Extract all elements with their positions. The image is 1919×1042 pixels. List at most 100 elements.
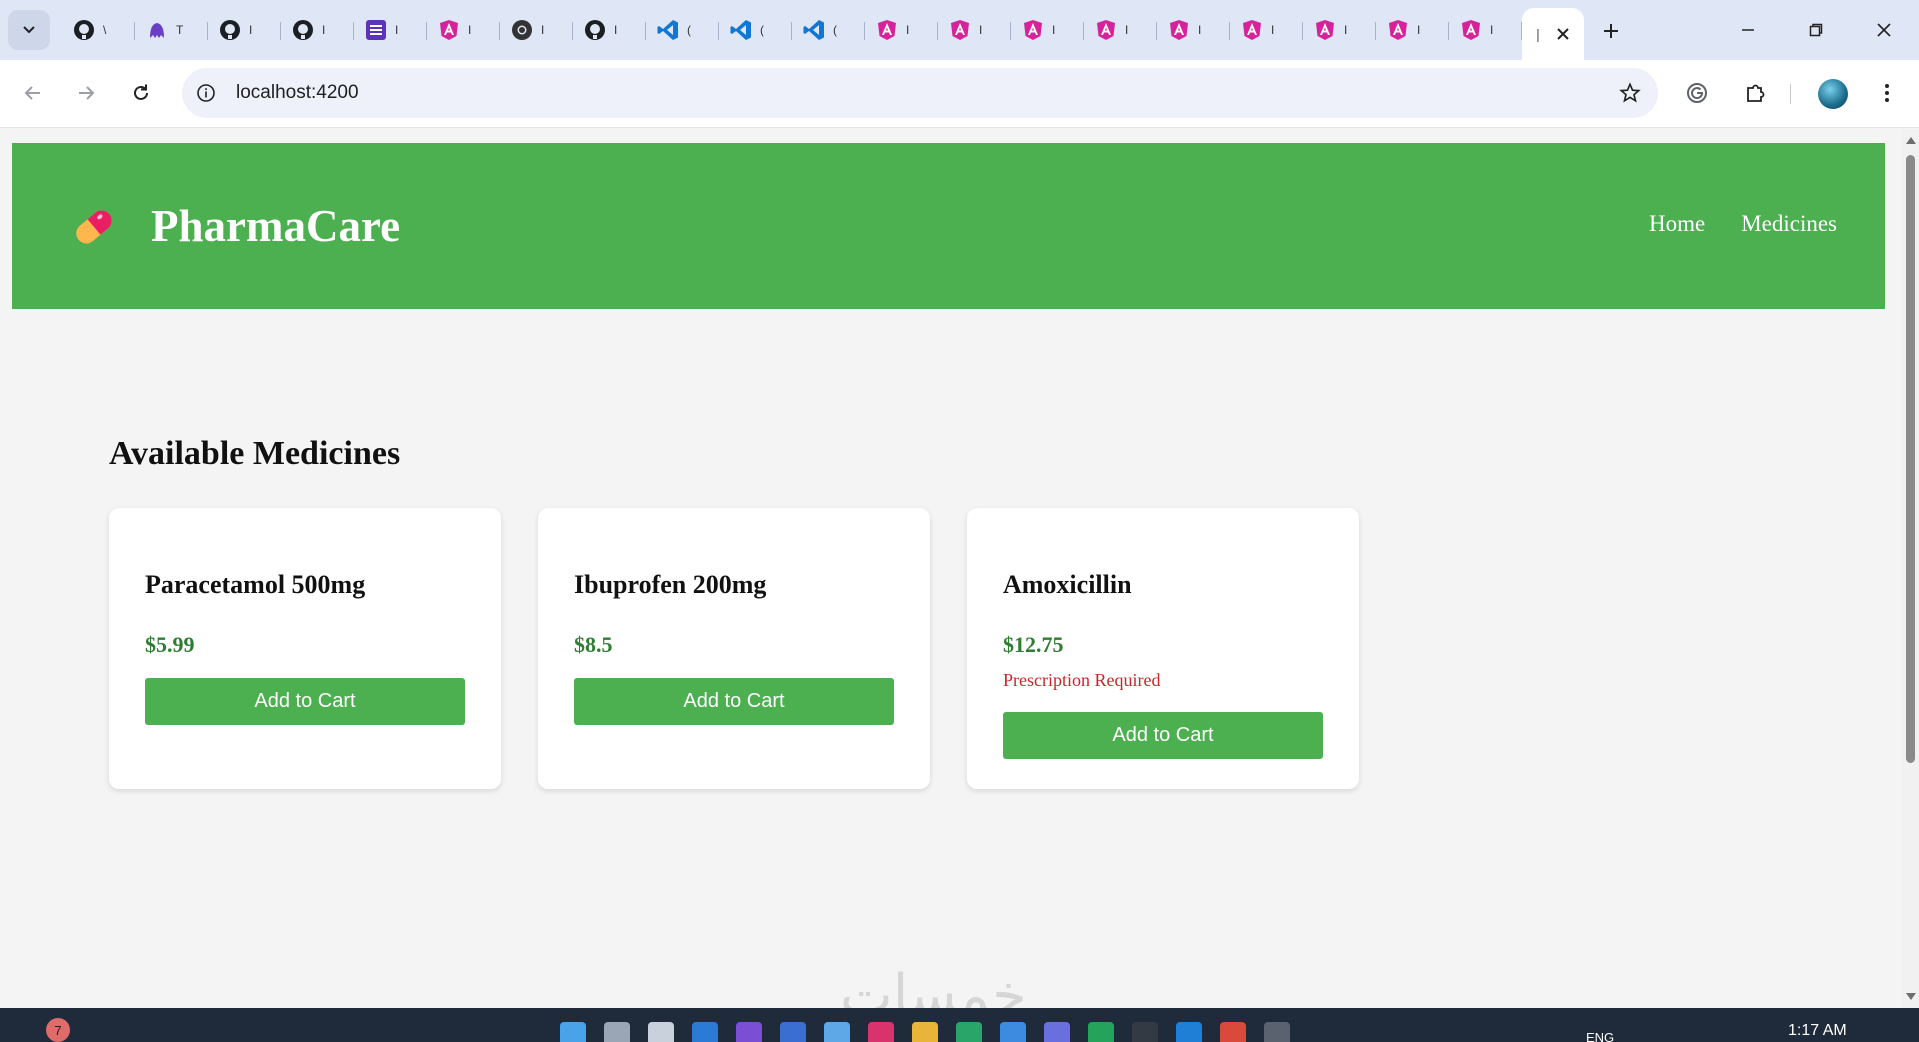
forward-button[interactable] [67, 74, 105, 112]
tab-angular[interactable]: I [1376, 10, 1449, 50]
angular-icon [1093, 17, 1119, 43]
tab-angular[interactable]: I [1011, 10, 1084, 50]
browser-menu-button[interactable] [1868, 74, 1906, 112]
chrome-icon[interactable] [1220, 1022, 1246, 1042]
tab-github[interactable]: I [573, 10, 646, 50]
windows-start-icon[interactable] [560, 1022, 586, 1042]
input-language[interactable]: ENG [1586, 1030, 1614, 1042]
edge-icon[interactable] [956, 1022, 982, 1042]
tab-github[interactable]: I [208, 10, 281, 50]
tab-vscode[interactable]: ( [646, 10, 719, 50]
profile-avatar[interactable] [1818, 79, 1848, 109]
new-tab-button[interactable] [1594, 14, 1628, 48]
discord-icon[interactable] [1044, 1022, 1070, 1042]
folder-icon[interactable] [912, 1022, 938, 1042]
chrome-icon [509, 17, 535, 43]
vscode-icon[interactable] [1176, 1022, 1202, 1042]
close-icon [1877, 23, 1891, 37]
tab-angular[interactable]: I [865, 10, 938, 50]
app-icon[interactable] [868, 1022, 894, 1042]
tab-angular[interactable]: I [1084, 10, 1157, 50]
add-to-cart-button[interactable]: Add to Cart [574, 678, 894, 725]
tab-angular[interactable]: I [938, 10, 1011, 50]
tab-angular[interactable]: I [1230, 10, 1303, 50]
octocat-copilot-icon [144, 17, 170, 43]
file-icon[interactable] [648, 1022, 674, 1042]
grammarly-icon [1687, 83, 1707, 103]
app-icon[interactable] [1132, 1022, 1158, 1042]
tab-angular[interactable]: I [1303, 10, 1376, 50]
medicine-name: Paracetamol 500mg [145, 570, 366, 599]
brand-title[interactable]: PharmaCare [151, 200, 400, 252]
page-scrollbar[interactable] [1902, 129, 1919, 1008]
minimize-icon [1742, 29, 1754, 31]
extension-g-button[interactable] [1678, 74, 1716, 112]
prescription-required-label: Prescription Required [1003, 670, 1161, 690]
nav-link-home[interactable]: Home [1649, 211, 1705, 237]
medicine-card-list: Paracetamol 500mg $5.99 Add to Cart Ibup… [109, 508, 1359, 789]
tab-angular[interactable]: I [427, 10, 500, 50]
section-title: Available Medicines [109, 435, 401, 472]
search-icon[interactable] [604, 1022, 630, 1042]
add-to-cart-button[interactable]: Add to Cart [1003, 712, 1323, 759]
tab-list-app[interactable]: I [354, 10, 427, 50]
tab-list: \ T I I I I I I ( ( ( I I I I I I I I I [62, 10, 1522, 50]
whatsapp-icon[interactable] [1088, 1022, 1114, 1042]
medicine-name: Ibuprofen 200mg [574, 570, 767, 599]
close-window-button[interactable] [1854, 8, 1914, 52]
app-icon[interactable] [1000, 1022, 1026, 1042]
watermark-logo: خمسات [840, 963, 1027, 1008]
tab-github[interactable]: I [281, 10, 354, 50]
app-icon[interactable] [780, 1022, 806, 1042]
tab-vscode[interactable]: ( [792, 10, 865, 50]
reload-icon [134, 84, 148, 100]
vscode-icon [728, 17, 754, 43]
list-icon [363, 17, 389, 43]
minimize-button[interactable] [1718, 8, 1778, 52]
reload-button[interactable] [122, 74, 160, 112]
angular-icon [1239, 17, 1265, 43]
plus-icon [1604, 24, 1618, 38]
main-nav: Home Medicines [1649, 211, 1837, 237]
angular-icon [1458, 17, 1484, 43]
medicine-card: Ibuprofen 200mg $8.5 Add to Cart [538, 508, 930, 789]
scroll-up-arrow-icon[interactable] [1906, 137, 1916, 144]
tab-angular[interactable]: I [1157, 10, 1230, 50]
address-url[interactable]: localhost:4200 [236, 82, 359, 104]
more-vertical-icon [1885, 84, 1889, 102]
tab-active-label: | [1536, 26, 1540, 42]
scroll-down-arrow-icon[interactable] [1906, 993, 1916, 1000]
tab-chrome[interactable]: I [500, 10, 573, 50]
terminal-icon[interactable] [1264, 1022, 1290, 1042]
puzzle-icon [1747, 84, 1765, 102]
bookmark-star-icon[interactable] [1616, 79, 1644, 107]
angular-icon [1020, 17, 1046, 43]
extensions-button[interactable] [1736, 74, 1774, 112]
nav-link-medicines[interactable]: Medicines [1741, 211, 1837, 237]
address-bar[interactable]: localhost:4200 [182, 68, 1658, 118]
tab-active[interactable]: | [1522, 8, 1584, 60]
store-icon[interactable] [692, 1022, 718, 1042]
close-icon[interactable] [1556, 27, 1570, 41]
tab-search-button[interactable] [8, 10, 50, 50]
chevron-down-icon [23, 26, 35, 34]
angular-icon [1312, 17, 1338, 43]
tab-vscode[interactable]: ( [719, 10, 792, 50]
angular-icon [947, 17, 973, 43]
app-icon[interactable] [736, 1022, 762, 1042]
back-button[interactable] [14, 74, 52, 112]
restore-button[interactable] [1786, 8, 1846, 52]
medicine-price: $12.75 [1003, 632, 1064, 657]
clock[interactable]: 1:17 AM [1788, 1022, 1847, 1040]
angular-icon [436, 17, 462, 43]
notification-badge[interactable]: 7 [46, 1018, 70, 1042]
site-info-icon[interactable] [194, 81, 218, 105]
tab-github[interactable]: \ [62, 10, 135, 50]
tab-copilot[interactable]: T [135, 10, 208, 50]
add-to-cart-button[interactable]: Add to Cart [145, 678, 465, 725]
scroll-thumb[interactable] [1906, 155, 1915, 763]
github-icon [582, 17, 608, 43]
app-icon[interactable] [824, 1022, 850, 1042]
vscode-icon [655, 17, 681, 43]
tab-angular[interactable]: I [1449, 10, 1522, 50]
